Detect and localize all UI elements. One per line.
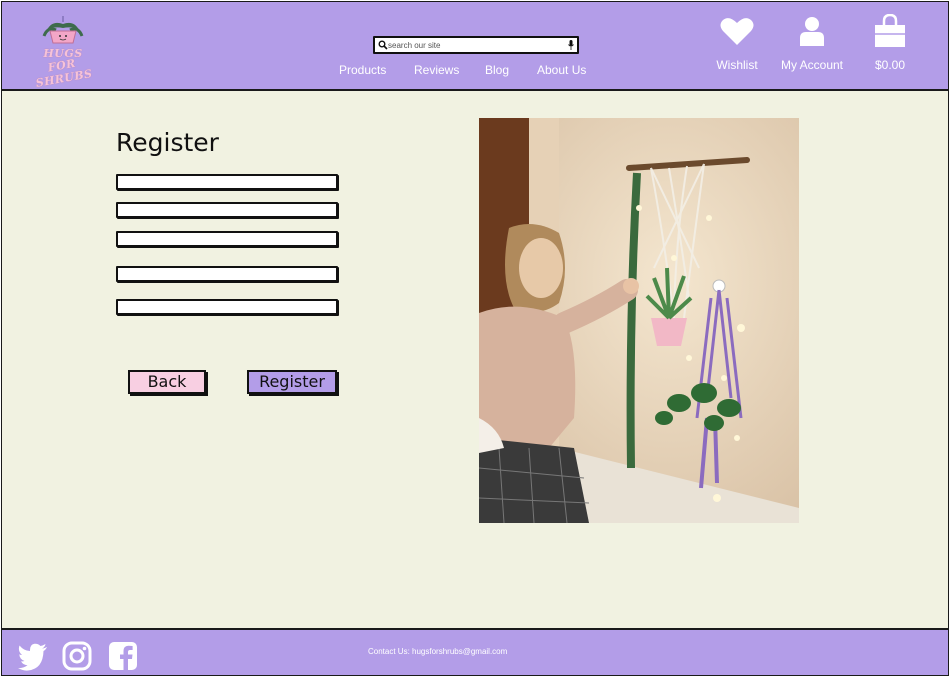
macrame-plant-hanger-photo [479,118,799,523]
user-icon [800,17,824,46]
register-field-4[interactable] [116,266,338,282]
search-icon[interactable] [378,40,388,50]
cart-total: $0.00 [874,58,906,72]
twitter-icon[interactable] [18,641,48,671]
search-input[interactable] [388,38,558,52]
nav-link-blog[interactable]: Blog [485,63,509,77]
cart-link[interactable]: $0.00 [868,12,912,74]
wishlist-link[interactable]: Wishlist [710,12,764,74]
shopping-bag-icon [875,14,905,47]
page-title: Register [116,128,219,157]
brand-logo[interactable]: HUGS FOR SHRUBS [22,14,104,90]
nav-link-products[interactable]: Products [339,63,386,77]
register-field-2[interactable] [116,202,338,218]
register-field-3[interactable] [116,231,338,247]
register-button[interactable]: Register [247,370,337,394]
register-field-1[interactable] [116,174,338,190]
nav-link-about-us[interactable]: About Us [537,63,586,77]
nav-link-reviews[interactable]: Reviews [414,63,459,77]
search-bar[interactable] [373,36,579,54]
heart-icon [720,18,754,45]
site-header: HUGS FOR SHRUBS Products Reviews Blog Ab… [2,2,948,91]
back-button[interactable]: Back [128,370,206,394]
microphone-icon[interactable] [568,40,574,50]
register-field-5[interactable] [116,299,338,315]
instagram-icon[interactable] [62,641,92,671]
contact-email: Contact Us: hugsforshrubs@gmail.com [368,647,508,656]
site-footer: Contact Us: hugsforshrubs@gmail.com [2,628,948,675]
my-account-link[interactable]: My Account [778,12,846,74]
facebook-icon[interactable] [108,641,138,671]
my-account-label: My Account [780,58,844,72]
page: HUGS FOR SHRUBS Products Reviews Blog Ab… [1,1,949,676]
wishlist-label: Wishlist [716,58,758,72]
